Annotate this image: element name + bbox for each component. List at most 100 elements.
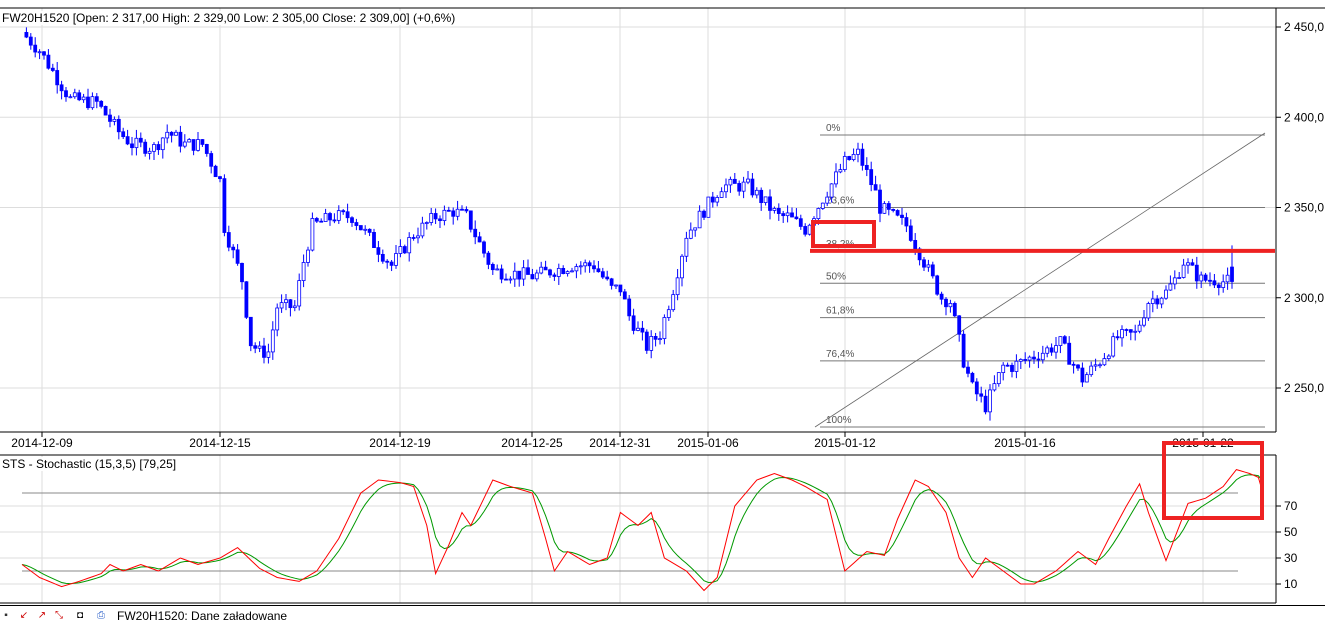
candle bbox=[411, 234, 416, 241]
candle-body bbox=[1049, 347, 1054, 353]
candle bbox=[253, 342, 258, 354]
select-icon[interactable]: ◘ bbox=[74, 610, 86, 621]
candle bbox=[64, 86, 68, 102]
candle-body bbox=[618, 284, 623, 293]
candle-body bbox=[724, 184, 728, 193]
y-tick-label: 30 bbox=[1284, 551, 1298, 565]
candle bbox=[662, 314, 667, 345]
zoom-out-icon[interactable]: ↗ bbox=[36, 610, 48, 621]
candle bbox=[187, 138, 192, 143]
candle-body bbox=[310, 218, 315, 251]
candle-body bbox=[468, 210, 473, 230]
candle-body bbox=[240, 262, 244, 283]
candle-body bbox=[922, 259, 926, 268]
candle-body bbox=[363, 228, 368, 231]
candle-body bbox=[257, 345, 262, 349]
candle bbox=[900, 207, 904, 225]
chart-canvas: 0%23,6%38,2%50%61,8%76,4%100% 2014-12-09… bbox=[0, 7, 1325, 604]
candle-body bbox=[886, 203, 891, 210]
candle bbox=[385, 259, 390, 269]
candle-body bbox=[341, 210, 346, 213]
candle bbox=[1001, 362, 1006, 381]
candle-body bbox=[904, 217, 909, 227]
candle bbox=[710, 191, 715, 208]
candle bbox=[1208, 272, 1212, 287]
candle-body bbox=[464, 209, 469, 212]
candle bbox=[116, 115, 121, 140]
y-tick-label: 2 350,0 bbox=[1284, 201, 1324, 215]
candle-body bbox=[1177, 277, 1182, 279]
y-tick-label: 70 bbox=[1284, 499, 1298, 513]
candle-body bbox=[622, 291, 627, 300]
candle bbox=[226, 225, 231, 252]
candle-body bbox=[275, 307, 280, 331]
candle bbox=[847, 155, 852, 161]
candle bbox=[319, 218, 324, 223]
candle-body bbox=[451, 210, 456, 217]
candle bbox=[1150, 290, 1155, 313]
x-tick-label: 2015-01-12 bbox=[814, 436, 876, 450]
candle-body bbox=[209, 153, 214, 167]
candle bbox=[438, 215, 442, 229]
candle-body bbox=[512, 270, 517, 280]
candle-body bbox=[864, 164, 869, 170]
status-text: FW20H1520: Dane załadowane bbox=[117, 609, 288, 623]
candle bbox=[200, 139, 205, 147]
candle-body bbox=[1115, 336, 1120, 339]
stochastic-d-line bbox=[21, 474, 1264, 585]
y-tick-label: 50 bbox=[1284, 525, 1298, 539]
candle-body bbox=[930, 264, 935, 277]
fit-icon[interactable]: ⤡ bbox=[53, 610, 65, 621]
candle bbox=[794, 208, 799, 220]
candle bbox=[609, 277, 614, 290]
candle bbox=[240, 262, 244, 290]
candle-body bbox=[1084, 374, 1089, 383]
candle bbox=[310, 212, 315, 252]
candle-body bbox=[402, 246, 407, 254]
fib-label: 61,8% bbox=[826, 306, 854, 317]
candle bbox=[46, 49, 51, 70]
candle bbox=[702, 209, 706, 221]
stochastic-k-line bbox=[21, 469, 1264, 592]
candle bbox=[257, 341, 262, 353]
candle bbox=[1186, 258, 1190, 274]
save-icon[interactable]: ▪ bbox=[0, 610, 12, 621]
candle bbox=[499, 264, 504, 284]
candle bbox=[574, 263, 579, 279]
y-tick-label: 2 450,0 bbox=[1284, 20, 1324, 34]
candle-body bbox=[222, 178, 227, 233]
annotations bbox=[810, 220, 1275, 520]
candle bbox=[697, 205, 702, 229]
candle-body bbox=[565, 271, 570, 274]
annotation-box bbox=[1162, 441, 1264, 520]
candle bbox=[891, 208, 896, 213]
candle-body bbox=[1208, 279, 1212, 282]
candle-body bbox=[948, 303, 953, 308]
candle-body bbox=[191, 139, 196, 151]
candle bbox=[834, 163, 838, 188]
candle bbox=[394, 244, 398, 269]
candle bbox=[1058, 336, 1063, 354]
candle-body bbox=[156, 144, 161, 151]
candle-body bbox=[750, 178, 755, 196]
candle-body bbox=[1181, 264, 1186, 278]
candle-body bbox=[147, 150, 152, 154]
zoom-in-icon[interactable]: ↙ bbox=[18, 610, 30, 621]
candle-body bbox=[367, 228, 372, 233]
candle-body bbox=[284, 299, 288, 304]
candle-body bbox=[675, 277, 680, 296]
candle bbox=[706, 196, 711, 218]
candle-body bbox=[974, 381, 979, 395]
candle bbox=[1071, 361, 1076, 374]
print-icon[interactable]: ⎙ bbox=[95, 610, 107, 621]
candle-body bbox=[1194, 264, 1199, 282]
candle bbox=[732, 172, 737, 184]
candle bbox=[605, 270, 610, 281]
candle-body bbox=[486, 252, 491, 265]
candle-body bbox=[394, 253, 398, 266]
candle bbox=[130, 136, 134, 156]
candle bbox=[1137, 320, 1142, 334]
candle bbox=[622, 288, 627, 300]
candle bbox=[754, 187, 759, 199]
candle-body bbox=[856, 148, 860, 155]
